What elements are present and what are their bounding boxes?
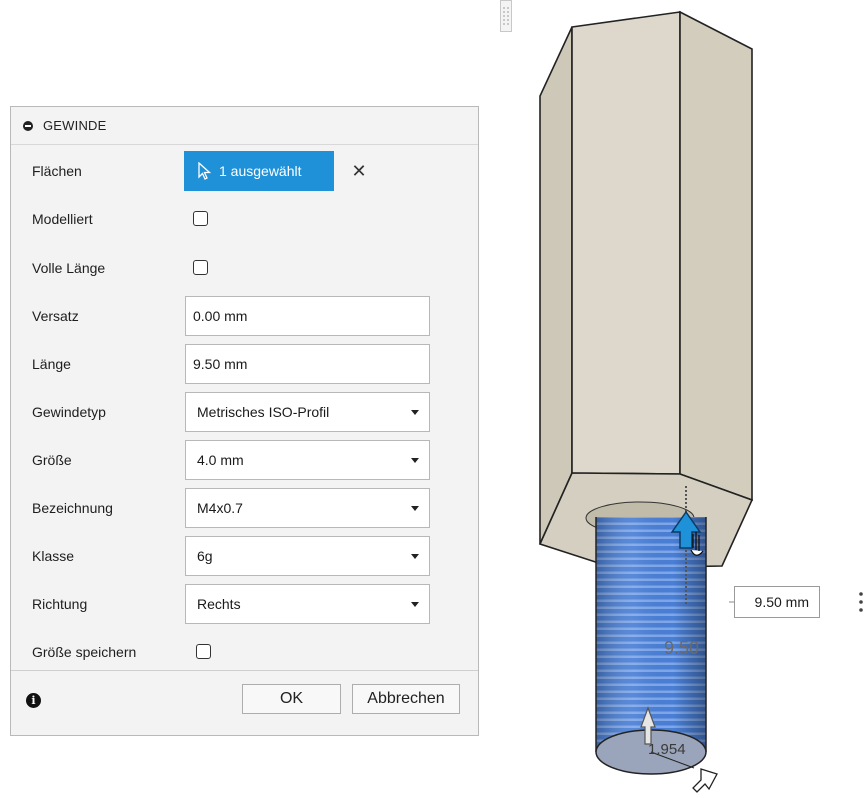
dialog-title: GEWINDE: [43, 118, 107, 133]
class-label: Klasse: [32, 548, 75, 564]
model-render: 9.50 1.954: [538, 10, 754, 793]
modeled-checkbox[interactable]: [193, 211, 208, 226]
close-icon[interactable]: ✕: [351, 161, 367, 181]
thread-type-value: Metrisches ISO-Profil: [197, 404, 330, 420]
thread-type-row: Gewindetyp Metrisches ISO-Profil: [11, 392, 478, 432]
direction-dropdown[interactable]: Rechts: [185, 584, 430, 624]
dialog-header[interactable]: GEWINDE: [11, 107, 478, 145]
full-length-label: Volle Länge: [32, 260, 106, 276]
designation-dropdown[interactable]: M4x0.7: [185, 488, 430, 528]
faces-select-label: 1 ausgewählt: [219, 163, 302, 179]
save-size-row: Größe speichern: [11, 632, 478, 672]
faces-label: Flächen: [32, 163, 82, 179]
diameter-annotation: 1.954: [648, 741, 686, 758]
model-viewport[interactable]: 9.50 1.954: [500, 0, 867, 798]
class-row: Klasse 6g: [11, 536, 478, 576]
thread-type-label: Gewindetyp: [32, 404, 106, 420]
faces-select-button[interactable]: 1 ausgewählt: [184, 151, 334, 191]
size-label: Größe: [32, 452, 72, 468]
cursor-arrow-icon: [198, 162, 212, 180]
size-dropdown[interactable]: 4.0 mm: [185, 440, 430, 480]
offset-label: Versatz: [32, 308, 79, 324]
designation-value: M4x0.7: [197, 500, 243, 516]
offset-row: Versatz: [11, 296, 478, 336]
chevron-down-icon: [411, 410, 419, 415]
ok-button[interactable]: OK: [242, 684, 341, 714]
class-value: 6g: [197, 548, 213, 564]
grip-handle-icon[interactable]: [500, 0, 512, 32]
length-annotation: 9.50: [664, 638, 699, 658]
hex-head[interactable]: [538, 10, 754, 569]
thread-type-dropdown[interactable]: Metrisches ISO-Profil: [185, 392, 430, 432]
full-length-row: Volle Länge: [11, 248, 478, 288]
chevron-down-icon: [411, 458, 419, 463]
size-row: Größe 4.0 mm: [11, 440, 478, 480]
full-length-checkbox[interactable]: [193, 260, 208, 275]
direction-label: Richtung: [32, 596, 88, 612]
chevron-down-icon: [411, 554, 419, 559]
save-size-label: Größe speichern: [32, 644, 137, 660]
direction-row: Richtung Rechts: [11, 584, 478, 624]
length-label: Länge: [32, 356, 71, 372]
more-options-icon[interactable]: [858, 588, 864, 616]
length-input[interactable]: [185, 344, 430, 384]
collapse-icon[interactable]: [23, 120, 33, 131]
designation-row: Bezeichnung M4x0.7: [11, 488, 478, 528]
dialog-footer: i OK Abbrechen: [11, 670, 478, 736]
size-value: 4.0 mm: [197, 452, 244, 468]
chevron-down-icon: [411, 506, 419, 511]
length-row: Länge: [11, 344, 478, 384]
faces-row: Flächen 1 ausgewählt ✕: [11, 151, 478, 191]
class-dropdown[interactable]: 6g: [185, 536, 430, 576]
chevron-down-icon: [411, 602, 419, 607]
offset-input[interactable]: [185, 296, 430, 336]
designation-label: Bezeichnung: [32, 500, 113, 516]
thread-dialog: GEWINDE Flächen 1 ausgewählt ✕ Modellier…: [10, 106, 479, 736]
info-icon[interactable]: i: [26, 693, 41, 708]
save-size-checkbox[interactable]: [196, 644, 211, 659]
direction-value: Rechts: [197, 596, 241, 612]
distance-input[interactable]: 9.50 mm: [734, 586, 820, 618]
modeled-row: Modelliert: [11, 199, 478, 239]
modeled-label: Modelliert: [32, 211, 93, 227]
cancel-button[interactable]: Abbrechen: [352, 684, 460, 714]
